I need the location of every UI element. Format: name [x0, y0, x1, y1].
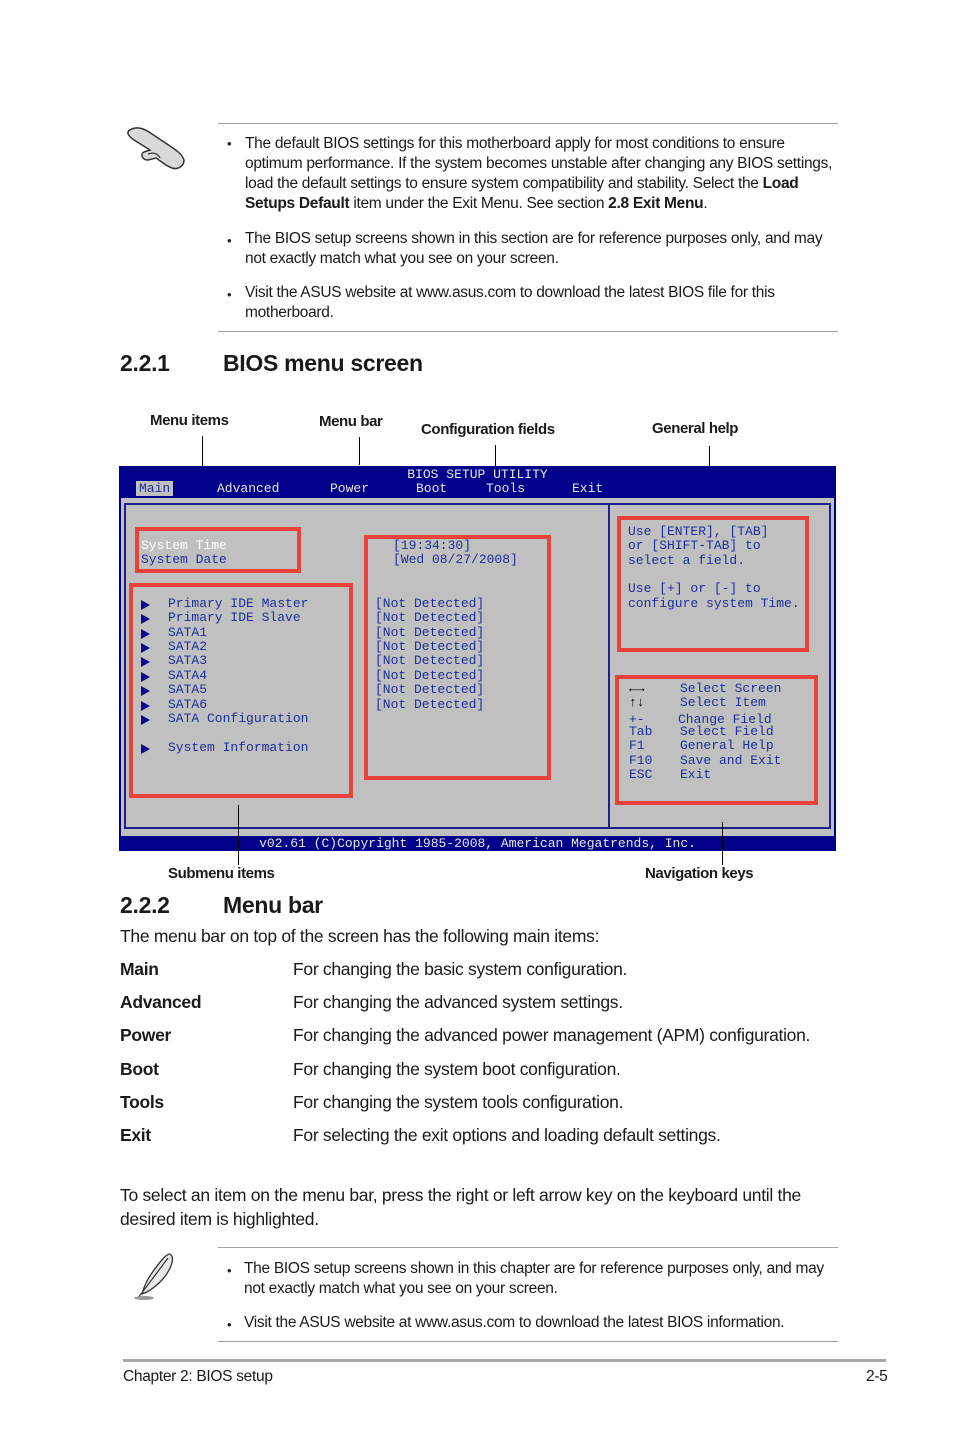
menu-desc-name: Power [120, 1025, 172, 1045]
menu-desc-text: For changing the system tools configurat… [293, 1092, 624, 1112]
callout-configuration-fields: Configuration fields [421, 421, 555, 438]
note-text: item under the Exit Menu. See section [349, 195, 609, 212]
hand-pointer-icon [127, 127, 185, 170]
bullet: • [227, 287, 232, 302]
note-bullet-1: The default BIOS settings for this mothe… [245, 134, 840, 214]
menu-desc-text: For changing the basic system configurat… [293, 959, 628, 979]
note-bullet-1: The BIOS setup screens shown in this cha… [244, 1260, 824, 1297]
callout-menu-items: Menu items [150, 412, 229, 429]
note-bullet-2: The BIOS setup screens shown in this sec… [245, 230, 823, 267]
note-bullet-2: Visit the ASUS website at www.asus.com t… [244, 1314, 785, 1331]
highlight-navigation-keys [615, 675, 818, 805]
exit-menu-section-ref: 2.8 Exit Menu [608, 195, 704, 212]
note-top-rule [218, 1247, 838, 1248]
menu-desc-name: Boot [120, 1059, 159, 1079]
menu-desc-name: Tools [120, 1092, 164, 1112]
note-bullet-3: Visit the ASUS website at www.asus.com t… [245, 284, 775, 321]
footer-chapter: Chapter 2: BIOS setup [123, 1368, 273, 1385]
note-text: . [703, 195, 708, 212]
leader-line [238, 805, 239, 865]
bios-menu-power[interactable]: Power [330, 481, 369, 496]
menu-desc-text: For changing the advanced power manageme… [293, 1025, 811, 1045]
section-number: 2.2.2 [120, 892, 170, 918]
footer-rule [123, 1359, 886, 1362]
quill-pen-icon [134, 1253, 174, 1300]
highlight-general-help [617, 516, 809, 652]
bullet: • [227, 1317, 232, 1332]
highlight-menu-items [135, 527, 301, 573]
select-item-paragraph: To select an item on the menu bar, press… [120, 1185, 801, 1229]
bullet: • [227, 1263, 232, 1278]
menu-desc-text: For changing the system boot configurati… [293, 1059, 621, 1079]
menu-desc-text: For selecting the exit options and loadi… [293, 1125, 721, 1145]
section-title: BIOS menu screen [223, 350, 423, 376]
menu-desc-name: Advanced [120, 992, 202, 1012]
bios-title: BIOS SETUP UTILITY [407, 467, 548, 482]
note-bottom-rule [218, 331, 838, 332]
leader-line [359, 437, 360, 465]
callout-general-help: General help [652, 420, 739, 437]
leader-line [722, 822, 723, 865]
highlight-configuration-fields [364, 535, 551, 780]
callout-submenu-items: Submenu items [168, 865, 275, 882]
menu-bar-intro: The menu bar on top of the screen has th… [120, 926, 600, 946]
bios-screen: BIOS SETUP UTILITY Main Advanced Power B… [119, 466, 836, 851]
bios-menu-main[interactable]: Main [136, 481, 174, 496]
bios-menu-tools[interactable]: Tools [486, 481, 525, 496]
highlight-submenu-items [129, 583, 353, 798]
bios-menu-boot[interactable]: Boot [416, 481, 447, 496]
bios-copyright: v02.61 (C)Copyright 1985-2008, American … [259, 836, 696, 851]
menu-desc-name: Exit [120, 1125, 151, 1145]
bios-menu-exit[interactable]: Exit [572, 481, 603, 496]
footer-page-number: 2-5 [866, 1368, 888, 1385]
callout-menu-bar: Menu bar [319, 413, 383, 430]
menu-desc-text: For changing the advanced system setting… [293, 992, 623, 1012]
bios-body: System Time System Date [19:34:30] [Wed … [121, 498, 834, 836]
bios-menu-advanced[interactable]: Advanced [217, 481, 279, 496]
section-title: Menu bar [223, 892, 323, 918]
bullet: • [227, 233, 232, 248]
note-bottom-rule [218, 1341, 838, 1342]
callout-navigation-keys: Navigation keys [645, 865, 754, 882]
bullet: • [227, 136, 232, 151]
section-number: 2.2.1 [120, 350, 170, 376]
note-text: The default BIOS settings for this mothe… [245, 135, 833, 192]
note-top-rule [218, 123, 838, 124]
menu-desc-name: Main [120, 959, 159, 979]
